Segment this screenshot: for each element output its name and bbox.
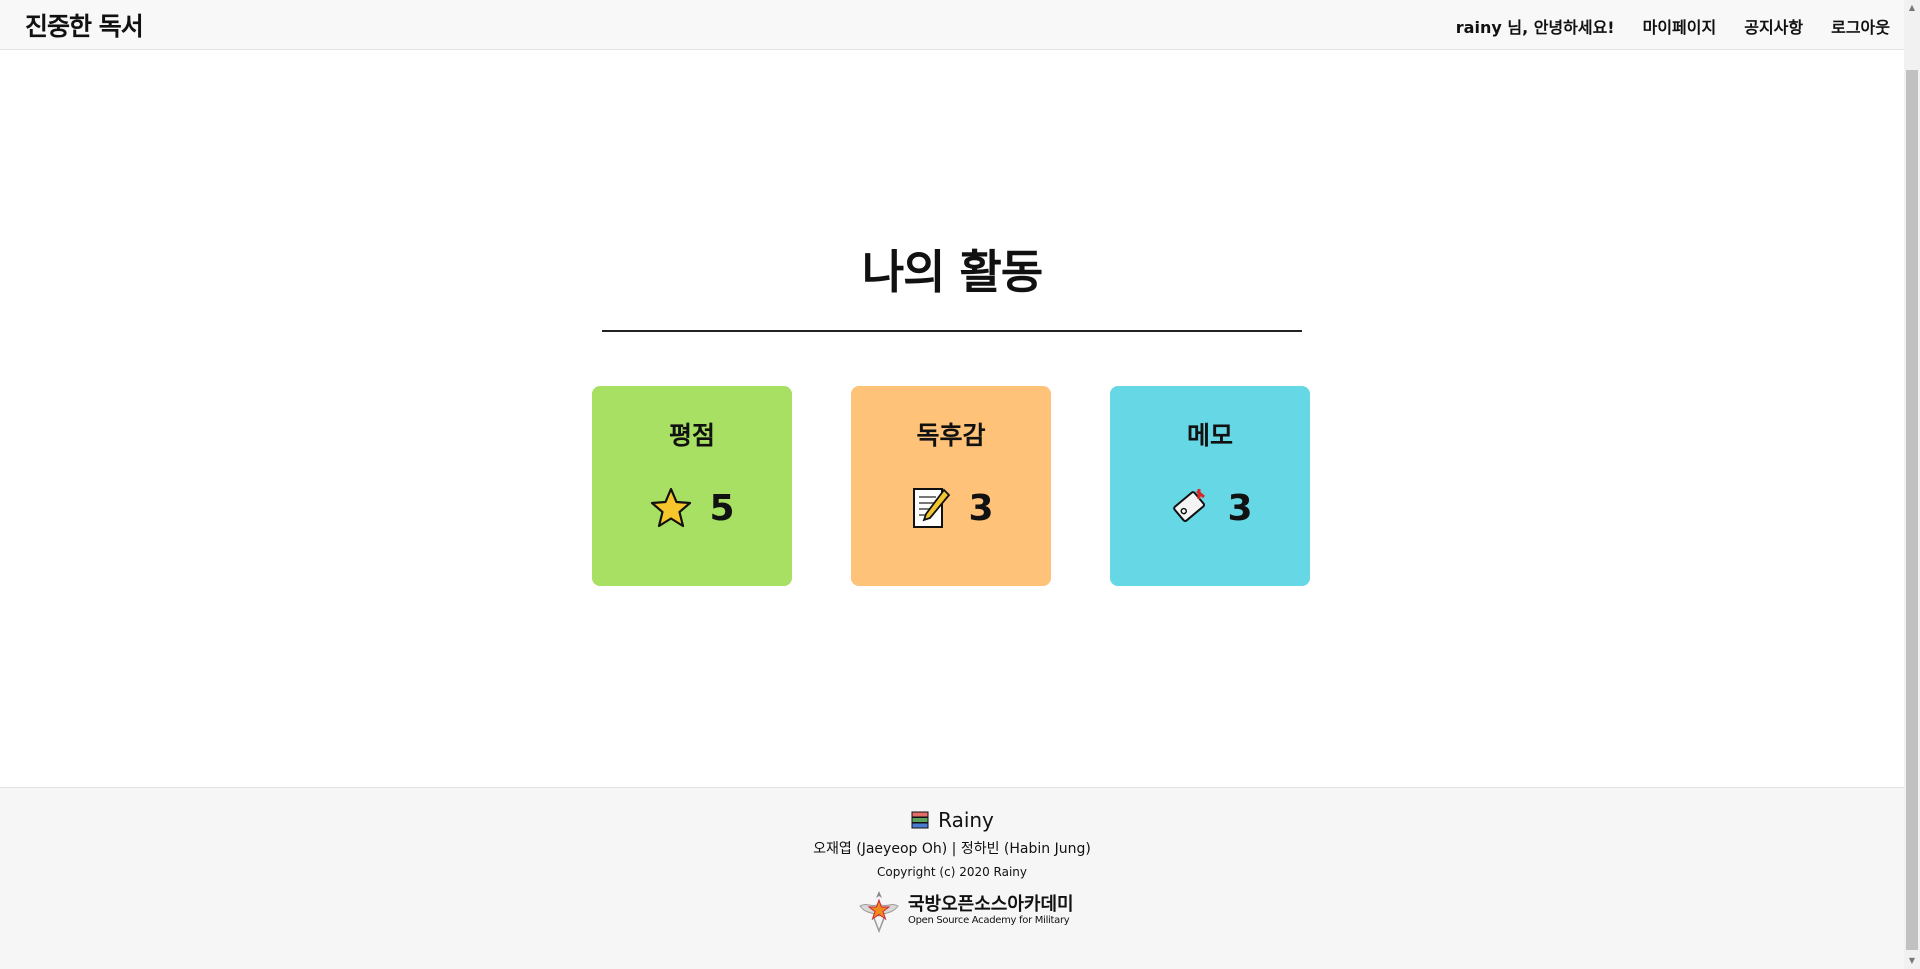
site-brand-link[interactable]: 진중한 독서 <box>25 7 144 43</box>
academy-name-ko: 국방오픈소스아카데미 <box>908 894 1074 915</box>
footer-brand-name: Rainy <box>938 808 994 832</box>
academy-emblem-icon <box>859 891 899 934</box>
memo-card[interactable]: 메모 3 <box>1110 386 1310 586</box>
nav-menu: rainy 님, 안녕하세요! 마이페이지 공지사항 로그아웃 <box>1456 14 1890 38</box>
review-card-title: 독후감 <box>916 421 986 450</box>
scrollbar-thumb[interactable] <box>1906 70 1918 950</box>
academy-logo: 국방오픈소스아카데미 Open Source Academy for Milit… <box>856 888 1074 934</box>
title-divider <box>602 330 1302 332</box>
top-navbar: 진중한 독서 rainy 님, 안녕하세요! 마이페이지 공지사항 로그아웃 <box>0 0 1904 50</box>
memo-card-title: 메모 <box>1186 421 1233 450</box>
memo-icon <box>913 488 951 528</box>
bookmark-icon <box>1173 489 1206 523</box>
scroll-down-arrow-icon[interactable]: ▼ <box>1904 953 1920 969</box>
site-footer: Rainy 오재엽 (Jaeyeop Oh) | 정하빈 (Habin Jung… <box>0 787 1904 969</box>
scroll-up-arrow-icon[interactable]: ▲ <box>1904 0 1920 16</box>
rating-card-title: 평점 <box>668 421 715 450</box>
user-greeting-link[interactable]: rainy 님, 안녕하세요! <box>1456 14 1615 38</box>
footer-authors: 오재엽 (Jaeyeop Oh) | 정하빈 (Habin Jung) <box>813 841 1091 857</box>
academy-name-en: Open Source Academy for Military <box>908 915 1070 926</box>
page-scrollbar[interactable]: ▲ ▼ <box>1904 0 1920 969</box>
rating-count: 5 <box>709 487 735 529</box>
review-count: 3 <box>968 487 994 529</box>
books-icon <box>911 811 929 829</box>
footer-brand: Rainy <box>0 808 1904 832</box>
memo-count: 3 <box>1227 487 1253 529</box>
review-card[interactable]: 독후감 3 <box>851 386 1051 586</box>
footer-copyright: Copyright (c) 2020 Rainy <box>876 865 1028 879</box>
activity-cards: 평점 5 독후감 3 메모 3 <box>592 386 1310 586</box>
memo-card-stat: 3 <box>1110 486 1310 530</box>
mypage-link[interactable]: 마이페이지 <box>1643 14 1717 38</box>
page-title: 나의 활동 <box>861 245 1043 299</box>
rating-card-stat: 5 <box>592 486 792 530</box>
star-icon <box>651 487 692 528</box>
review-card-stat: 3 <box>851 486 1051 530</box>
rating-card[interactable]: 평점 5 <box>592 386 792 586</box>
logout-link[interactable]: 로그아웃 <box>1831 14 1890 38</box>
notice-link[interactable]: 공지사항 <box>1744 14 1803 38</box>
